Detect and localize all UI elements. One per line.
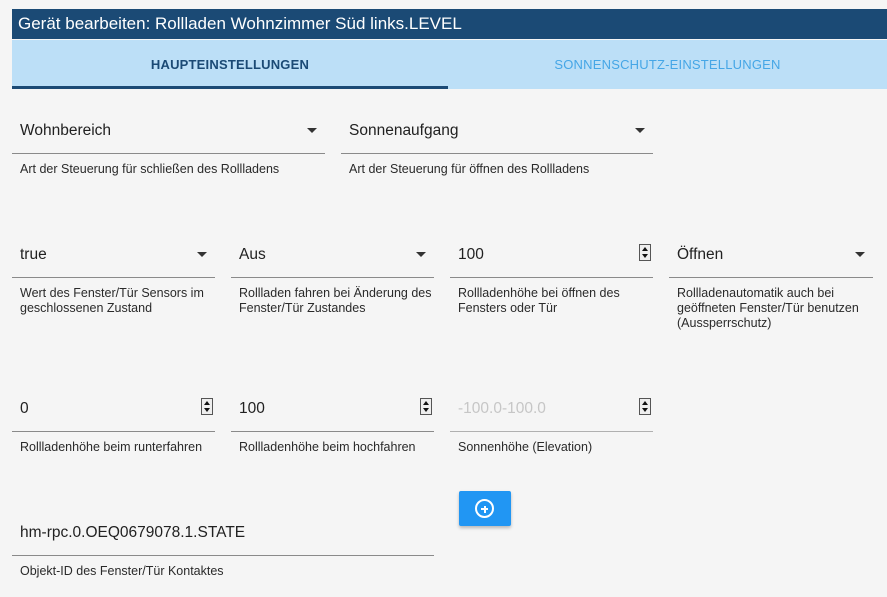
height-down-input[interactable]: 0 <box>12 390 215 432</box>
height-up-helper: Rollladenhöhe beim hochfahren <box>239 440 416 454</box>
sensor-closed-value: true <box>20 246 47 263</box>
height-down-value: 0 <box>20 400 29 417</box>
sun-elevation-input[interactable]: -100.0-100.0 <box>450 390 653 432</box>
close-control-select[interactable]: Wohnbereich <box>12 112 325 154</box>
chevron-down-icon <box>855 252 865 257</box>
open-control-select[interactable]: Sonnenaufgang <box>341 112 653 154</box>
close-control-value: Wohnbereich <box>20 122 112 139</box>
add-button[interactable] <box>459 491 511 526</box>
open-control-value: Sonnenaufgang <box>349 122 459 139</box>
tab-sonnenschutz-einstellungen[interactable]: SONNENSCHUTZ-EINSTELLUNGEN <box>448 40 887 89</box>
sun-elevation-helper: Sonnenhöhe (Elevation) <box>458 440 593 454</box>
plus-circle-icon <box>475 499 494 518</box>
automatic-open-helper: Rollladenautomatik auch bei geöffneten F… <box>677 286 859 330</box>
height-up-value: 100 <box>239 400 265 417</box>
automatic-open-value: Öffnen <box>677 246 724 263</box>
tab-bar: HAUPTEINSTELLUNGEN SONNENSCHUTZ-EINSTELL… <box>12 40 887 89</box>
number-spinner-icon[interactable] <box>201 398 213 415</box>
sun-elevation-placeholder: -100.0-100.0 <box>458 400 546 417</box>
move-on-change-value: Aus <box>239 246 266 263</box>
chevron-down-icon <box>197 252 207 257</box>
chevron-down-icon <box>307 128 317 133</box>
window-title: Gerät bearbeiten: Rollladen Wohnzimmer S… <box>12 9 887 39</box>
move-on-change-helper: Rollladen fahren bei Änderung des Fenste… <box>239 286 432 315</box>
contact-object-id-helper: Objekt-ID des Fenster/Tür Kontaktes <box>20 564 224 578</box>
height-up-input[interactable]: 100 <box>231 390 434 432</box>
number-spinner-icon[interactable] <box>639 244 651 261</box>
number-spinner-icon[interactable] <box>639 398 651 415</box>
automatic-open-select[interactable]: Öffnen <box>669 236 873 278</box>
contact-object-id-value: hm-rpc.0.OEQ0679078.1.STATE <box>20 524 246 541</box>
height-on-open-input[interactable]: 100 <box>450 236 653 278</box>
number-spinner-icon[interactable] <box>420 398 432 415</box>
open-control-helper: Art der Steuerung für öffnen des Rolllad… <box>349 162 590 176</box>
chevron-down-icon <box>416 252 426 257</box>
move-on-change-select[interactable]: Aus <box>231 236 434 278</box>
height-on-open-value: 100 <box>458 246 484 263</box>
close-control-helper: Art der Steuerung für schließen des Roll… <box>20 162 280 176</box>
height-down-helper: Rollladenhöhe beim runterfahren <box>20 440 203 454</box>
sensor-closed-value-select[interactable]: true <box>12 236 215 278</box>
sensor-closed-helper: Wert des Fenster/Tür Sensors im geschlos… <box>20 286 204 315</box>
tab-haupteinstellungen[interactable]: HAUPTEINSTELLUNGEN <box>12 40 448 89</box>
height-on-open-helper: Rollladenhöhe bei öffnen des Fensters od… <box>458 286 620 315</box>
chevron-down-icon <box>635 128 645 133</box>
contact-object-id-input[interactable]: hm-rpc.0.OEQ0679078.1.STATE <box>12 514 434 556</box>
